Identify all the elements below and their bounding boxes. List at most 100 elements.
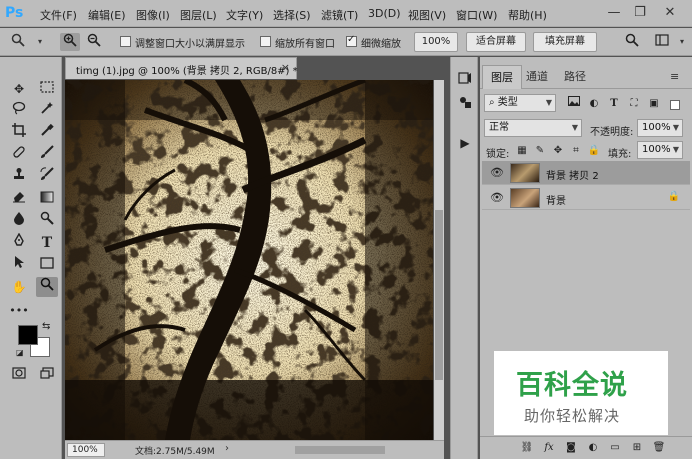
link-layers-icon[interactable]: ⛓ xyxy=(518,440,536,456)
screen-mode-icon[interactable] xyxy=(36,365,58,385)
zoom-in-icon[interactable] xyxy=(60,33,80,51)
eye-icon[interactable]: 👁 xyxy=(490,191,504,204)
lasso-tool-icon[interactable] xyxy=(8,101,30,121)
move-tool-icon[interactable]: ✥ xyxy=(8,79,30,99)
workspace-chevron-icon[interactable]: ▾ xyxy=(672,33,692,51)
zoom-all-windows-checkbox[interactable] xyxy=(260,36,271,47)
tab-layers[interactable]: 图层 xyxy=(482,65,522,89)
menu-image[interactable]: 图像(I) xyxy=(136,7,170,23)
swap-colors-icon[interactable]: ⇆ xyxy=(42,321,50,332)
eraser-tool-icon[interactable] xyxy=(8,189,30,209)
horizontal-scroll-thumb[interactable] xyxy=(295,446,385,454)
healing-brush-tool-icon[interactable] xyxy=(8,145,30,165)
new-layer-icon[interactable]: ⊞ xyxy=(628,440,646,456)
fit-screen-button[interactable]: 适合屏幕 xyxy=(466,32,526,52)
more-tools-icon[interactable]: ••• xyxy=(8,301,30,321)
tab-paths[interactable]: 路径 xyxy=(556,65,594,89)
minimize-button[interactable]: — xyxy=(604,4,624,22)
lock-position-icon[interactable]: ✥ xyxy=(550,143,566,159)
blend-opacity-row: 正常 ▼ 不透明度: 100% ▼ xyxy=(480,117,692,141)
document-tab[interactable]: timg (1).jpg @ 100% (背景 拷贝 2, RGB/8#) * … xyxy=(65,57,298,79)
zoom-tool-icon[interactable] xyxy=(36,277,58,297)
rectangle-tool-icon[interactable] xyxy=(36,255,58,275)
vertical-scroll-thumb[interactable] xyxy=(435,210,443,380)
delete-layer-icon[interactable]: 🗑 xyxy=(650,440,668,456)
default-colors-icon[interactable]: ◪ xyxy=(16,348,24,357)
type-tool-icon[interactable]: T xyxy=(36,233,58,253)
filter-pixel-icon[interactable] xyxy=(566,96,582,112)
quick-mask-icon[interactable] xyxy=(8,365,30,385)
foreground-color-swatch[interactable] xyxy=(18,325,38,345)
lock-artboard-icon[interactable]: ⌗ xyxy=(568,143,584,159)
filter-type-icon[interactable]: T xyxy=(606,96,622,112)
lock-all-icon[interactable]: 🔒 xyxy=(586,143,602,159)
blur-tool-icon[interactable] xyxy=(8,211,30,231)
properties-panel-icon[interactable] xyxy=(455,95,475,115)
document-canvas[interactable] xyxy=(65,80,433,440)
options-bar: ▾ 调整窗口大小以满屏显示 缩放所有窗口 细微缩放 100% 适合屏幕 填充屏幕… xyxy=(0,28,692,56)
panel-menu-icon[interactable]: ≡ xyxy=(666,65,683,89)
workspace-icon[interactable] xyxy=(652,33,672,51)
menu-select[interactable]: 选择(S) xyxy=(273,7,311,23)
crop-tool-icon[interactable] xyxy=(8,123,30,143)
clone-stamp-tool-icon[interactable] xyxy=(8,167,30,187)
add-mask-icon[interactable]: ◙ xyxy=(562,440,580,456)
menu-window[interactable]: 窗口(W) xyxy=(456,7,497,23)
restore-button[interactable]: ❐ xyxy=(630,4,650,22)
eye-icon[interactable]: 👁 xyxy=(490,166,504,179)
layer-filter-value: 类型 xyxy=(497,97,518,108)
search-icon[interactable] xyxy=(622,33,642,51)
watermark-subtitle: 助你轻松解决 xyxy=(524,407,621,425)
layer-style-icon[interactable]: fx xyxy=(540,440,558,456)
vertical-scrollbar[interactable] xyxy=(434,80,444,440)
chevron-down-icon[interactable]: ▾ xyxy=(30,33,50,51)
zoom-out-icon[interactable] xyxy=(84,33,104,51)
fill-screen-button[interactable]: 填充屏幕 xyxy=(533,32,597,52)
pen-tool-icon[interactable] xyxy=(8,232,30,253)
adjustment-layer-icon[interactable]: ◐ xyxy=(584,440,602,456)
tree-photo xyxy=(65,80,433,440)
eyedropper-tool-icon[interactable] xyxy=(36,123,58,143)
filter-toggle-icon[interactable] xyxy=(670,100,680,110)
layer-row[interactable]: 👁 背景 🔒 xyxy=(482,186,690,210)
menu-layer[interactable]: 图层(L) xyxy=(180,7,217,23)
scrubby-zoom-checkbox[interactable] xyxy=(346,34,357,47)
magic-wand-tool-icon[interactable] xyxy=(36,101,58,121)
menu-3d[interactable]: 3D(D) xyxy=(368,7,401,20)
zoom-level-field[interactable]: 100% xyxy=(67,443,105,457)
lock-image-icon[interactable]: ✎ xyxy=(532,143,548,159)
actual-pixels-button[interactable]: 100% xyxy=(414,32,458,52)
menu-edit[interactable]: 编辑(E) xyxy=(88,7,126,23)
play-action-icon[interactable]: ▶ xyxy=(455,133,475,153)
menu-file[interactable]: 文件(F) xyxy=(40,7,77,23)
status-menu-arrow-icon[interactable]: › xyxy=(225,443,229,454)
dodge-tool-icon[interactable] xyxy=(36,211,58,231)
blend-mode-select[interactable]: 正常 ▼ xyxy=(484,119,582,137)
history-brush-tool-icon[interactable] xyxy=(36,167,58,187)
layer-filter-select[interactable]: ⌕ 类型 ▼ xyxy=(484,94,556,112)
marquee-tool-icon[interactable] xyxy=(36,79,58,99)
menu-type[interactable]: 文字(Y) xyxy=(226,7,263,23)
hand-tool-icon[interactable]: ✋ xyxy=(8,277,30,297)
brush-tool-icon[interactable] xyxy=(36,145,58,165)
filter-adjustment-icon[interactable]: ◐ xyxy=(586,96,602,112)
menu-filter[interactable]: 滤镜(T) xyxy=(321,7,358,23)
menu-view[interactable]: 视图(V) xyxy=(408,7,446,23)
fill-field[interactable]: 100% ▼ xyxy=(637,141,683,159)
path-selection-tool-icon[interactable] xyxy=(8,255,30,275)
resize-window-checkbox[interactable] xyxy=(120,36,131,47)
lock-transparent-icon[interactable]: ▦ xyxy=(514,143,530,159)
gradient-tool-icon[interactable] xyxy=(36,189,58,209)
tools-panel: ✥ T ✋ ••• ⇆ ◪ xyxy=(0,57,62,459)
history-panel-icon[interactable] xyxy=(455,71,475,91)
close-window-button[interactable]: ✕ xyxy=(660,4,680,22)
zoom-tool-preset-icon[interactable] xyxy=(8,33,28,51)
new-group-icon[interactable]: ▭ xyxy=(606,440,624,456)
filter-smart-object-icon[interactable]: ▣ xyxy=(646,96,662,112)
close-tab-icon[interactable]: × xyxy=(281,61,290,74)
tab-channels[interactable]: 通道 xyxy=(518,65,556,89)
layer-row[interactable]: 👁 背景 拷贝 2 xyxy=(482,161,690,185)
opacity-field[interactable]: 100% ▼ xyxy=(637,119,683,137)
menu-help[interactable]: 帮助(H) xyxy=(508,7,547,23)
filter-shape-icon[interactable]: ⛶ xyxy=(626,96,642,112)
